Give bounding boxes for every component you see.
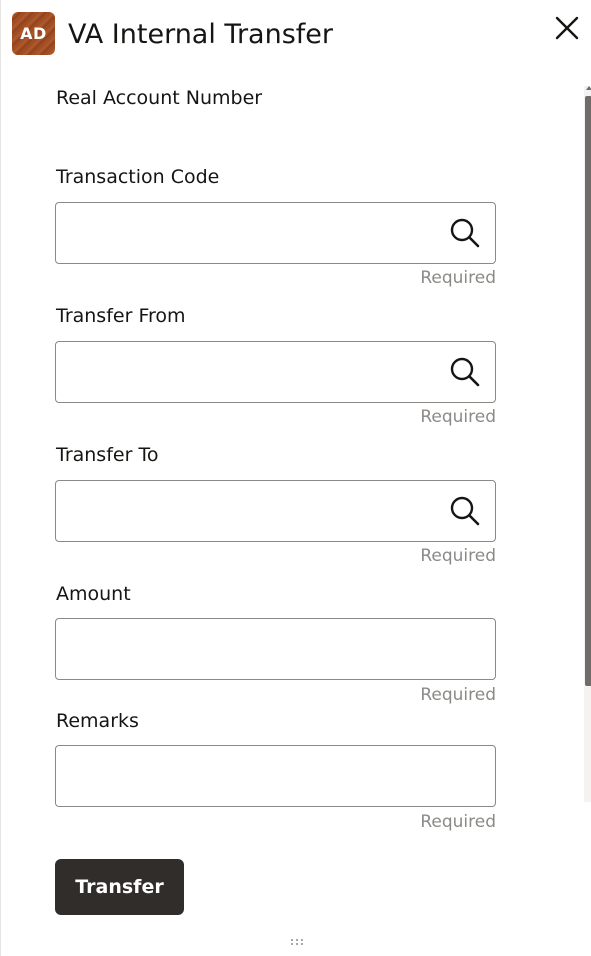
transfer-from-label: Transfer From (56, 305, 186, 327)
panel-header: AD VA Internal Transfer (1, 0, 591, 72)
resize-handle[interactable] (287, 934, 307, 946)
amount-input[interactable] (56, 619, 493, 679)
transfer-to-search-button[interactable] (449, 495, 481, 527)
transaction-code-input[interactable] (56, 203, 436, 263)
remarks-label: Remarks (56, 710, 139, 732)
transaction-code-label: Transaction Code (56, 166, 220, 188)
search-icon (450, 357, 480, 387)
transfer-from-input[interactable] (56, 342, 436, 402)
remarks-helper: Required (420, 812, 496, 832)
transaction-code-helper: Required (420, 268, 496, 288)
transfer-panel: AD VA Internal Transfer Real Account Num… (0, 0, 591, 956)
amount-label: Amount (56, 583, 131, 605)
scrollbar-thumb[interactable] (585, 96, 591, 686)
transfer-button[interactable]: Transfer (55, 859, 184, 915)
close-icon (555, 16, 579, 40)
transfer-from-helper: Required (420, 407, 496, 427)
avatar: AD (12, 12, 55, 55)
search-icon (450, 218, 480, 248)
transfer-to-label: Transfer To (56, 444, 159, 466)
remarks-field (55, 745, 496, 807)
page-title: VA Internal Transfer (68, 19, 334, 50)
transfer-from-field (55, 341, 496, 403)
transfer-from-search-button[interactable] (449, 356, 481, 388)
drag-handle-icon (291, 939, 303, 945)
scroll-up-icon[interactable] (586, 86, 591, 90)
real-account-number-label: Real Account Number (56, 87, 263, 109)
transfer-to-helper: Required (420, 546, 496, 566)
close-button[interactable] (553, 14, 581, 42)
amount-helper: Required (420, 685, 496, 705)
search-icon (450, 496, 480, 526)
transaction-code-search-button[interactable] (449, 217, 481, 249)
amount-field (55, 618, 496, 680)
transaction-code-field (55, 202, 496, 264)
remarks-input[interactable] (56, 746, 493, 806)
transfer-to-field (55, 480, 496, 542)
transfer-to-input[interactable] (56, 481, 436, 541)
